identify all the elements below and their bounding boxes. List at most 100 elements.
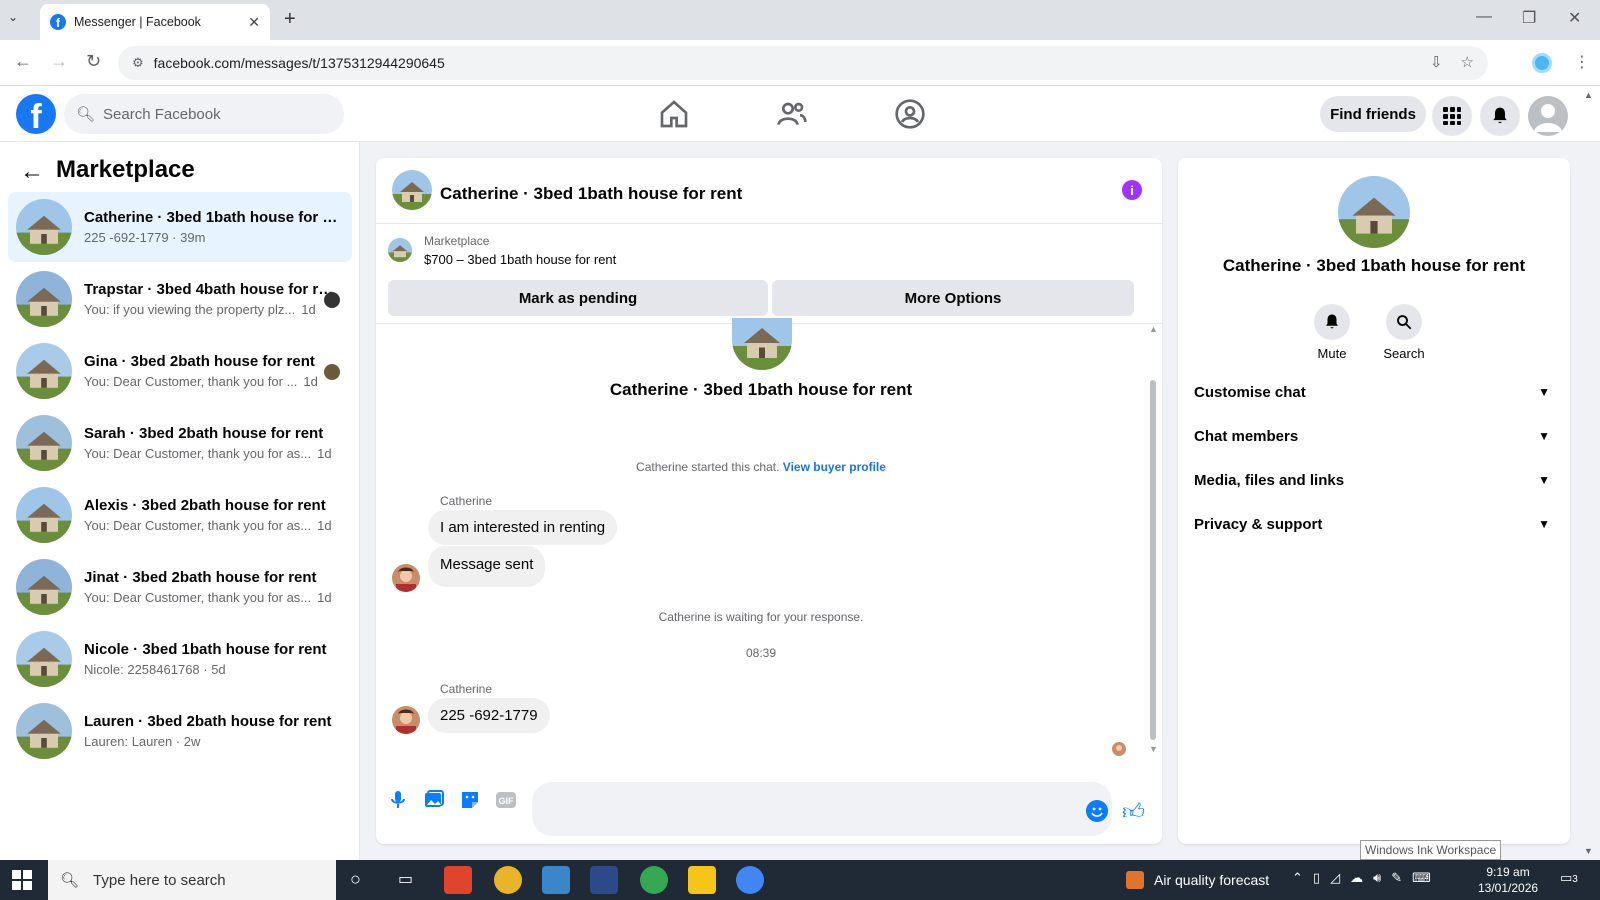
restore-icon[interactable]: ❐ [1522, 8, 1536, 28]
conversation-item[interactable]: Alexis · 3bed 2bath house for rent You: D… [8, 480, 352, 550]
scroll-down-icon[interactable]: ▼ [1149, 744, 1158, 754]
mark-as-pending-button[interactable]: Mark as pending [388, 280, 768, 316]
bookmark-star-icon[interactable]: ☆ [1461, 53, 1474, 71]
privacy-support-section[interactable]: Privacy & support ▼ [1194, 504, 1554, 544]
clock[interactable]: 9:19 am 13/01/2026 [1478, 864, 1538, 896]
close-window-icon[interactable]: ✕ [1568, 8, 1581, 28]
conversation-item[interactable]: Gina · 3bed 2bath house for rent You: Dea… [8, 336, 352, 406]
chrome-app-icon[interactable] [494, 866, 522, 894]
facebook-search-input[interactable]: 🔍︎ Search Facebook [64, 94, 344, 134]
scroll-down-icon[interactable]: ▼ [1584, 846, 1593, 856]
site-info-icon[interactable]: ⚙ [132, 55, 144, 71]
task-view-icon[interactable]: ▭ [398, 869, 413, 889]
chrome-app-icon[interactable] [736, 866, 764, 894]
chat-scrollbar[interactable]: ▲ ▼ [1148, 324, 1158, 754]
address-bar[interactable]: ⚙ facebook.com/messages/t/13753129442906… [118, 46, 1488, 80]
message-bubble[interactable]: Message sent [428, 546, 546, 587]
chat-title[interactable]: Catherine · 3bed 1bath house for rent [440, 184, 742, 204]
thumbs-up-icon[interactable]: 👍︎ [1122, 798, 1145, 825]
page-scrollbar[interactable]: ▲ ▼ [1582, 90, 1596, 856]
windows-start-icon[interactable] [12, 870, 32, 890]
browser-profile-icon[interactable] [1532, 53, 1552, 73]
photo-icon[interactable] [422, 788, 446, 812]
app-icon[interactable] [590, 866, 618, 894]
facebook-logo-icon[interactable]: f [16, 94, 56, 134]
message-bubble[interactable]: I am interested in renting [428, 510, 618, 545]
message-input[interactable] [532, 782, 1112, 836]
forward-icon[interactable]: → [50, 51, 68, 72]
friends-icon[interactable] [776, 98, 808, 130]
device-icon[interactable]: ▯ [1313, 870, 1320, 886]
scrollbar-thumb[interactable] [1150, 380, 1156, 740]
cortana-icon[interactable]: ○ [350, 869, 361, 890]
sender-avatar[interactable] [392, 564, 420, 592]
back-icon[interactable]: ← [14, 51, 32, 72]
calculator-app-icon[interactable] [542, 866, 570, 894]
find-friends-button[interactable]: Find friends [1320, 96, 1426, 132]
menu-grid-icon[interactable] [1432, 96, 1472, 136]
more-options-button[interactable]: More Options [772, 280, 1134, 316]
new-tab-button[interactable]: + [284, 8, 296, 31]
search-in-chat-button[interactable]: Search [1374, 304, 1434, 361]
customise-chat-section[interactable]: Customise chat ▼ [1194, 372, 1554, 412]
media-files-links-section[interactable]: Media, files and links ▼ [1194, 460, 1554, 500]
microphone-icon[interactable] [386, 788, 410, 812]
taskbar-search[interactable]: 🔍︎ Type here to search [48, 860, 336, 900]
groups-icon[interactable] [894, 98, 926, 130]
keyboard-icon[interactable]: ⌨ [1412, 870, 1431, 886]
sticker-icon[interactable] [458, 788, 482, 812]
chat-started-text: Catherine started this chat. [636, 460, 780, 474]
volume-icon[interactable]: 🔊︎ [1373, 870, 1381, 886]
chrome-app-icon[interactable] [640, 866, 668, 894]
notifications-icon[interactable]: ▭3 [1560, 870, 1578, 886]
conversation-preview: Nicole: 2258461768 · 5d [84, 662, 324, 677]
conversation-item[interactable]: Catherine · 3bed 1bath house for rent 225… [8, 192, 352, 262]
view-buyer-profile-link[interactable]: View buyer profile [783, 460, 886, 474]
conversation-item[interactable]: Lauren · 3bed 2bath house for rent Lauren… [8, 696, 352, 766]
sender-name: Catherine [440, 682, 493, 696]
message-thread: Catherine · 3bed 1bath house for rent Ca… [376, 318, 1162, 764]
network-icon[interactable]: ◿ [1330, 870, 1340, 886]
scroll-up-icon[interactable]: ▲ [1584, 90, 1593, 100]
account-avatar[interactable] [1528, 96, 1568, 136]
listing-thumbnail[interactable] [388, 238, 412, 262]
back-arrow-icon[interactable]: ← [20, 158, 44, 186]
gif-icon[interactable]: GIF [494, 788, 518, 812]
mute-button[interactable]: Mute [1302, 304, 1362, 361]
notifications-bell-icon[interactable] [1480, 96, 1520, 136]
sticky-notes-app-icon[interactable] [688, 866, 716, 894]
listing-price[interactable]: $700 – 3bed 1bath house for rent [424, 252, 616, 267]
conversation-item[interactable]: Nicole · 3bed 1bath house for rent Nicole… [8, 624, 352, 694]
sender-avatar[interactable] [392, 706, 420, 734]
cloud-icon[interactable]: ☁ [1350, 870, 1363, 886]
anydesk-app-icon[interactable] [444, 866, 472, 894]
preview-text: You: Dear Customer, thank you for as... [84, 590, 312, 605]
browser-tab[interactable]: f Messenger | Facebook ✕ [40, 4, 270, 40]
tab-search-icon[interactable]: ⌄ [8, 10, 18, 24]
details-avatar[interactable] [1338, 176, 1410, 248]
minimize-icon[interactable]: — [1476, 8, 1492, 26]
preview-text: You: Dear Customer, thank you for as... [84, 518, 312, 533]
browser-menu-icon[interactable]: ⋮ [1574, 52, 1590, 72]
conversation-name: Catherine · 3bed 1bath house for rent [84, 209, 340, 226]
conversation-item[interactable]: Sarah · 3bed 2bath house for rent You: De… [8, 408, 352, 478]
scroll-up-icon[interactable]: ▲ [1149, 324, 1158, 334]
reload-icon[interactable]: ↻ [86, 51, 101, 72]
chevron-up-icon[interactable]: ⌃ [1292, 870, 1303, 886]
pen-icon[interactable]: ✎ [1391, 870, 1402, 886]
info-icon[interactable]: i [1122, 180, 1142, 200]
chat-panel: Catherine · 3bed 1bath house for rent i … [376, 158, 1162, 844]
seen-receipt-avatar [1112, 742, 1126, 756]
chat-avatar[interactable] [392, 170, 432, 210]
message-bubble[interactable]: 225 -692-1779 [428, 698, 550, 733]
preview-text: You: Dear Customer, thank you for as... [84, 446, 312, 461]
chevron-down-icon: ▼ [1538, 385, 1550, 399]
install-app-icon[interactable]: ⇩ [1430, 53, 1443, 71]
conversation-item[interactable]: Jinat · 3bed 2bath house for rent You: De… [8, 552, 352, 622]
weather-widget[interactable]: Air quality forecast [1126, 871, 1269, 889]
emoji-icon[interactable] [1086, 800, 1108, 822]
close-tab-icon[interactable]: ✕ [248, 14, 260, 31]
home-icon[interactable] [658, 98, 690, 130]
conversation-item[interactable]: Trapstar · 3bed 4bath house for rent You:… [8, 264, 352, 334]
chat-members-section[interactable]: Chat members ▼ [1194, 416, 1554, 456]
